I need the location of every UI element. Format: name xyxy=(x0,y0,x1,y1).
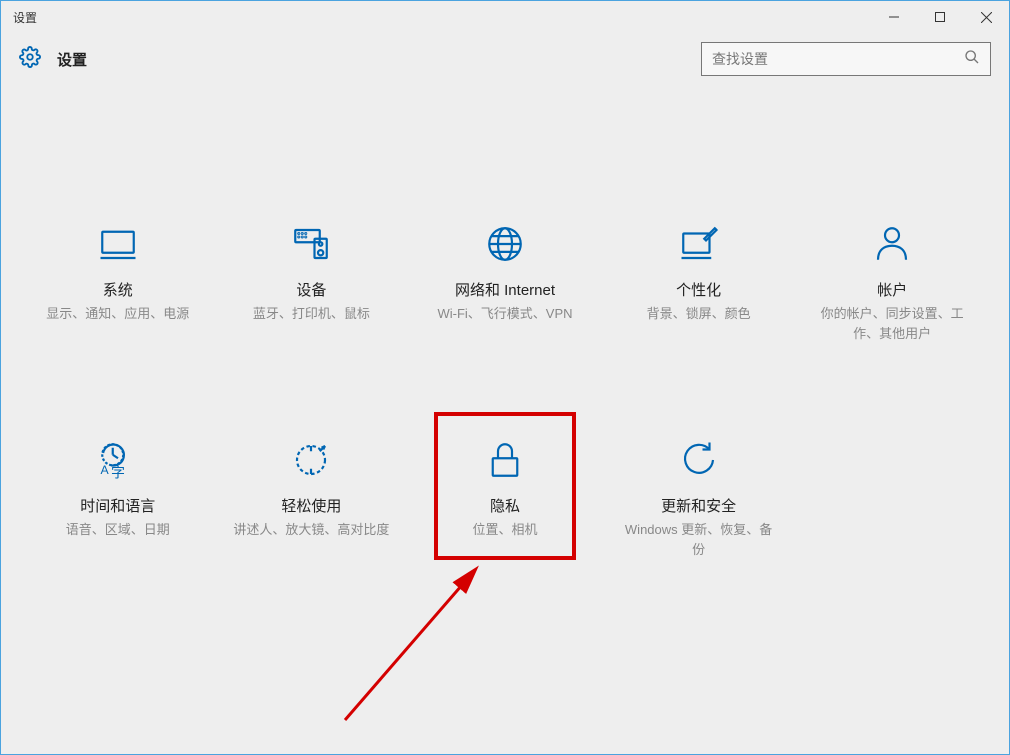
titlebar: 设置 xyxy=(1,1,1009,33)
lock-icon xyxy=(484,439,526,481)
person-icon xyxy=(871,223,913,265)
update-icon xyxy=(678,439,720,481)
tile-accounts[interactable]: 帐户 你的帐户、同步设置、工作、其他用户 xyxy=(795,215,989,351)
tile-devices[interactable]: 设备 蓝牙、打印机、鼠标 xyxy=(215,215,409,351)
tile-title: 系统 xyxy=(103,279,133,300)
devices-icon xyxy=(290,223,332,265)
tile-title: 更新和安全 xyxy=(661,495,736,516)
tile-desc: 语音、区域、日期 xyxy=(66,520,170,540)
globe-icon xyxy=(484,223,526,265)
header: 设置 xyxy=(1,33,1009,85)
tile-desc: Windows 更新、恢复、备份 xyxy=(619,520,779,559)
settings-grid-row2: A 字 时间和语言 语音、区域、日期 轻松使用 讲述人、放大镜、高对比度 xyxy=(21,431,989,567)
tile-title: 帐户 xyxy=(877,279,907,300)
tile-system[interactable]: 系统 显示、通知、应用、电源 xyxy=(21,215,215,351)
tile-time-language[interactable]: A 字 时间和语言 语音、区域、日期 xyxy=(21,431,215,567)
tile-desc: 讲述人、放大镜、高对比度 xyxy=(233,520,389,540)
time-language-icon: A 字 xyxy=(97,439,139,481)
maximize-button[interactable] xyxy=(917,1,963,33)
search-box[interactable] xyxy=(701,42,991,76)
settings-window: 设置 设置 xyxy=(0,0,1010,755)
window-controls xyxy=(871,1,1009,33)
tile-update-security[interactable]: 更新和安全 Windows 更新、恢复、备份 xyxy=(602,431,796,567)
tile-ease-of-access[interactable]: 轻松使用 讲述人、放大镜、高对比度 xyxy=(215,431,409,567)
tile-title: 个性化 xyxy=(676,279,721,300)
svg-text:A: A xyxy=(100,463,109,477)
tile-desc: Wi-Fi、飞行模式、VPN xyxy=(437,304,572,324)
tile-personalization[interactable]: 个性化 背景、锁屏、颜色 xyxy=(602,215,796,351)
page-title: 设置 xyxy=(57,49,87,70)
tile-desc: 背景、锁屏、颜色 xyxy=(647,304,751,324)
tile-network[interactable]: 网络和 Internet Wi-Fi、飞行模式、VPN xyxy=(408,215,602,351)
gear-icon xyxy=(19,46,41,73)
close-button[interactable] xyxy=(963,1,1009,33)
tile-desc: 显示、通知、应用、电源 xyxy=(46,304,189,324)
settings-grid-row1: 系统 显示、通知、应用、电源 设备 蓝牙、打印机、鼠标 xyxy=(21,215,989,351)
tile-title: 网络和 Internet xyxy=(455,279,555,300)
content-area: 系统 显示、通知、应用、电源 设备 蓝牙、打印机、鼠标 xyxy=(1,85,1009,754)
display-icon xyxy=(97,223,139,265)
tile-title: 隐私 xyxy=(490,495,520,516)
tile-title: 设备 xyxy=(296,279,326,300)
tile-desc: 位置、相机 xyxy=(472,520,537,540)
tile-privacy[interactable]: 隐私 位置、相机 xyxy=(408,431,602,567)
window-title: 设置 xyxy=(13,9,37,26)
personalization-icon xyxy=(678,223,720,265)
ease-of-access-icon xyxy=(290,439,332,481)
minimize-button[interactable] xyxy=(871,1,917,33)
tile-title: 时间和语言 xyxy=(80,495,155,516)
tile-desc: 蓝牙、打印机、鼠标 xyxy=(253,304,370,324)
svg-text:字: 字 xyxy=(111,465,125,481)
tile-title: 轻松使用 xyxy=(281,495,341,516)
search-icon xyxy=(964,49,980,70)
tile-desc: 你的帐户、同步设置、工作、其他用户 xyxy=(812,304,972,343)
search-input[interactable] xyxy=(712,51,964,67)
